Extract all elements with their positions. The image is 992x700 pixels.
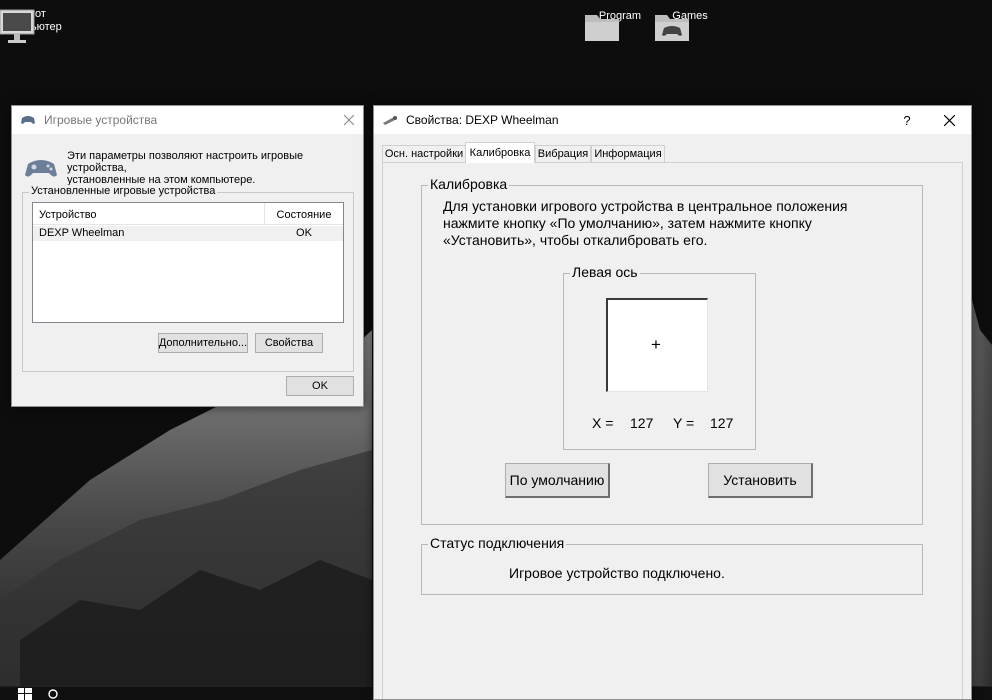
search-icon[interactable] <box>47 688 59 700</box>
group-title: Калибровка <box>428 176 510 192</box>
properties-window: Свойства: DEXP Wheelman ? Осн. настройки… <box>373 105 972 700</box>
close-icon <box>344 115 354 125</box>
joystick-icon <box>382 112 398 128</box>
computer-icon <box>0 9 35 43</box>
instructions: Для установки игрового устройства в цент… <box>443 198 848 249</box>
window-title: Свойства: DEXP Wheelman <box>406 113 559 127</box>
group-title: Левая ось <box>570 264 640 280</box>
properties-button[interactable]: Свойства <box>255 333 323 353</box>
list-header: Устройство Состояние <box>33 203 343 225</box>
x-label: X = <box>592 415 614 431</box>
y-value: 127 <box>710 415 734 431</box>
axis-display: + <box>606 298 708 392</box>
crosshair: + <box>651 335 661 354</box>
calibration-panel: Калибровка Для установки игрового устрой… <box>382 162 963 699</box>
ok-button[interactable]: OK <box>286 376 354 396</box>
instruction-line1: Для установки игрового устройства в цент… <box>443 198 848 214</box>
column-header-status[interactable]: Состояние <box>269 209 339 221</box>
game-devices-window: Игровые устройства Эти параметры позволя… <box>11 105 364 407</box>
column-header-device[interactable]: Устройство <box>39 209 97 221</box>
tab-bar: Осн. настройки Калибровка Вибрация Инфор… <box>382 142 963 163</box>
description-line1: Эти параметры позволяют настроить игровы… <box>67 150 304 174</box>
close-button[interactable] <box>929 106 969 134</box>
x-value: 127 <box>630 415 654 431</box>
games-folder-icon <box>655 15 689 41</box>
advanced-button[interactable]: Дополнительно... <box>158 333 248 353</box>
column-divider <box>264 203 265 225</box>
tab-vibration[interactable]: Вибрация <box>535 145 591 162</box>
y-label: Y = <box>673 415 695 431</box>
tab-basic-settings[interactable]: Осн. настройки <box>382 145 466 162</box>
close-button[interactable] <box>335 106 363 134</box>
device-name: DEXP Wheelman <box>39 227 125 239</box>
default-button[interactable]: По умолчанию <box>505 463 610 498</box>
set-button[interactable]: Установить <box>708 463 813 498</box>
group-title: Статус подключения <box>428 535 567 551</box>
folder-icon <box>585 15 619 41</box>
desktop-icon-program[interactable]: Program <box>583 10 657 41</box>
tab-calibration[interactable]: Калибровка <box>465 142 535 163</box>
device-status: OK <box>296 227 312 239</box>
instruction-line2: нажмите кнопку «По умолчанию», затем наж… <box>443 215 812 231</box>
desktop-icon-this-computer[interactable]: Этот компьютер <box>0 8 71 43</box>
title-bar: Игровые устройства <box>12 106 363 134</box>
gamepad-icon <box>20 112 36 128</box>
devices-list[interactable]: Устройство Состояние DEXP Wheelman OK <box>32 202 344 323</box>
title-bar: Свойства: DEXP Wheelman ? <box>374 106 971 134</box>
tab-information[interactable]: Информация <box>591 145 665 162</box>
close-icon <box>943 114 955 126</box>
windows-start-icon[interactable] <box>18 688 32 700</box>
instruction-line3: «Установить», чтобы откалибровать его. <box>443 232 708 248</box>
help-button[interactable]: ? <box>887 106 927 134</box>
window-title: Игровые устройства <box>44 113 158 127</box>
table-row[interactable]: DEXP Wheelman OK <box>33 226 343 241</box>
status-message: Игровое устройство подключено. <box>509 565 725 581</box>
game-controller-icon <box>25 160 57 177</box>
desktop-icon-games[interactable]: Games <box>653 10 727 41</box>
description: Эти параметры позволяют настроить игровы… <box>67 150 363 186</box>
group-title: Установленные игровые устройства <box>29 185 218 197</box>
